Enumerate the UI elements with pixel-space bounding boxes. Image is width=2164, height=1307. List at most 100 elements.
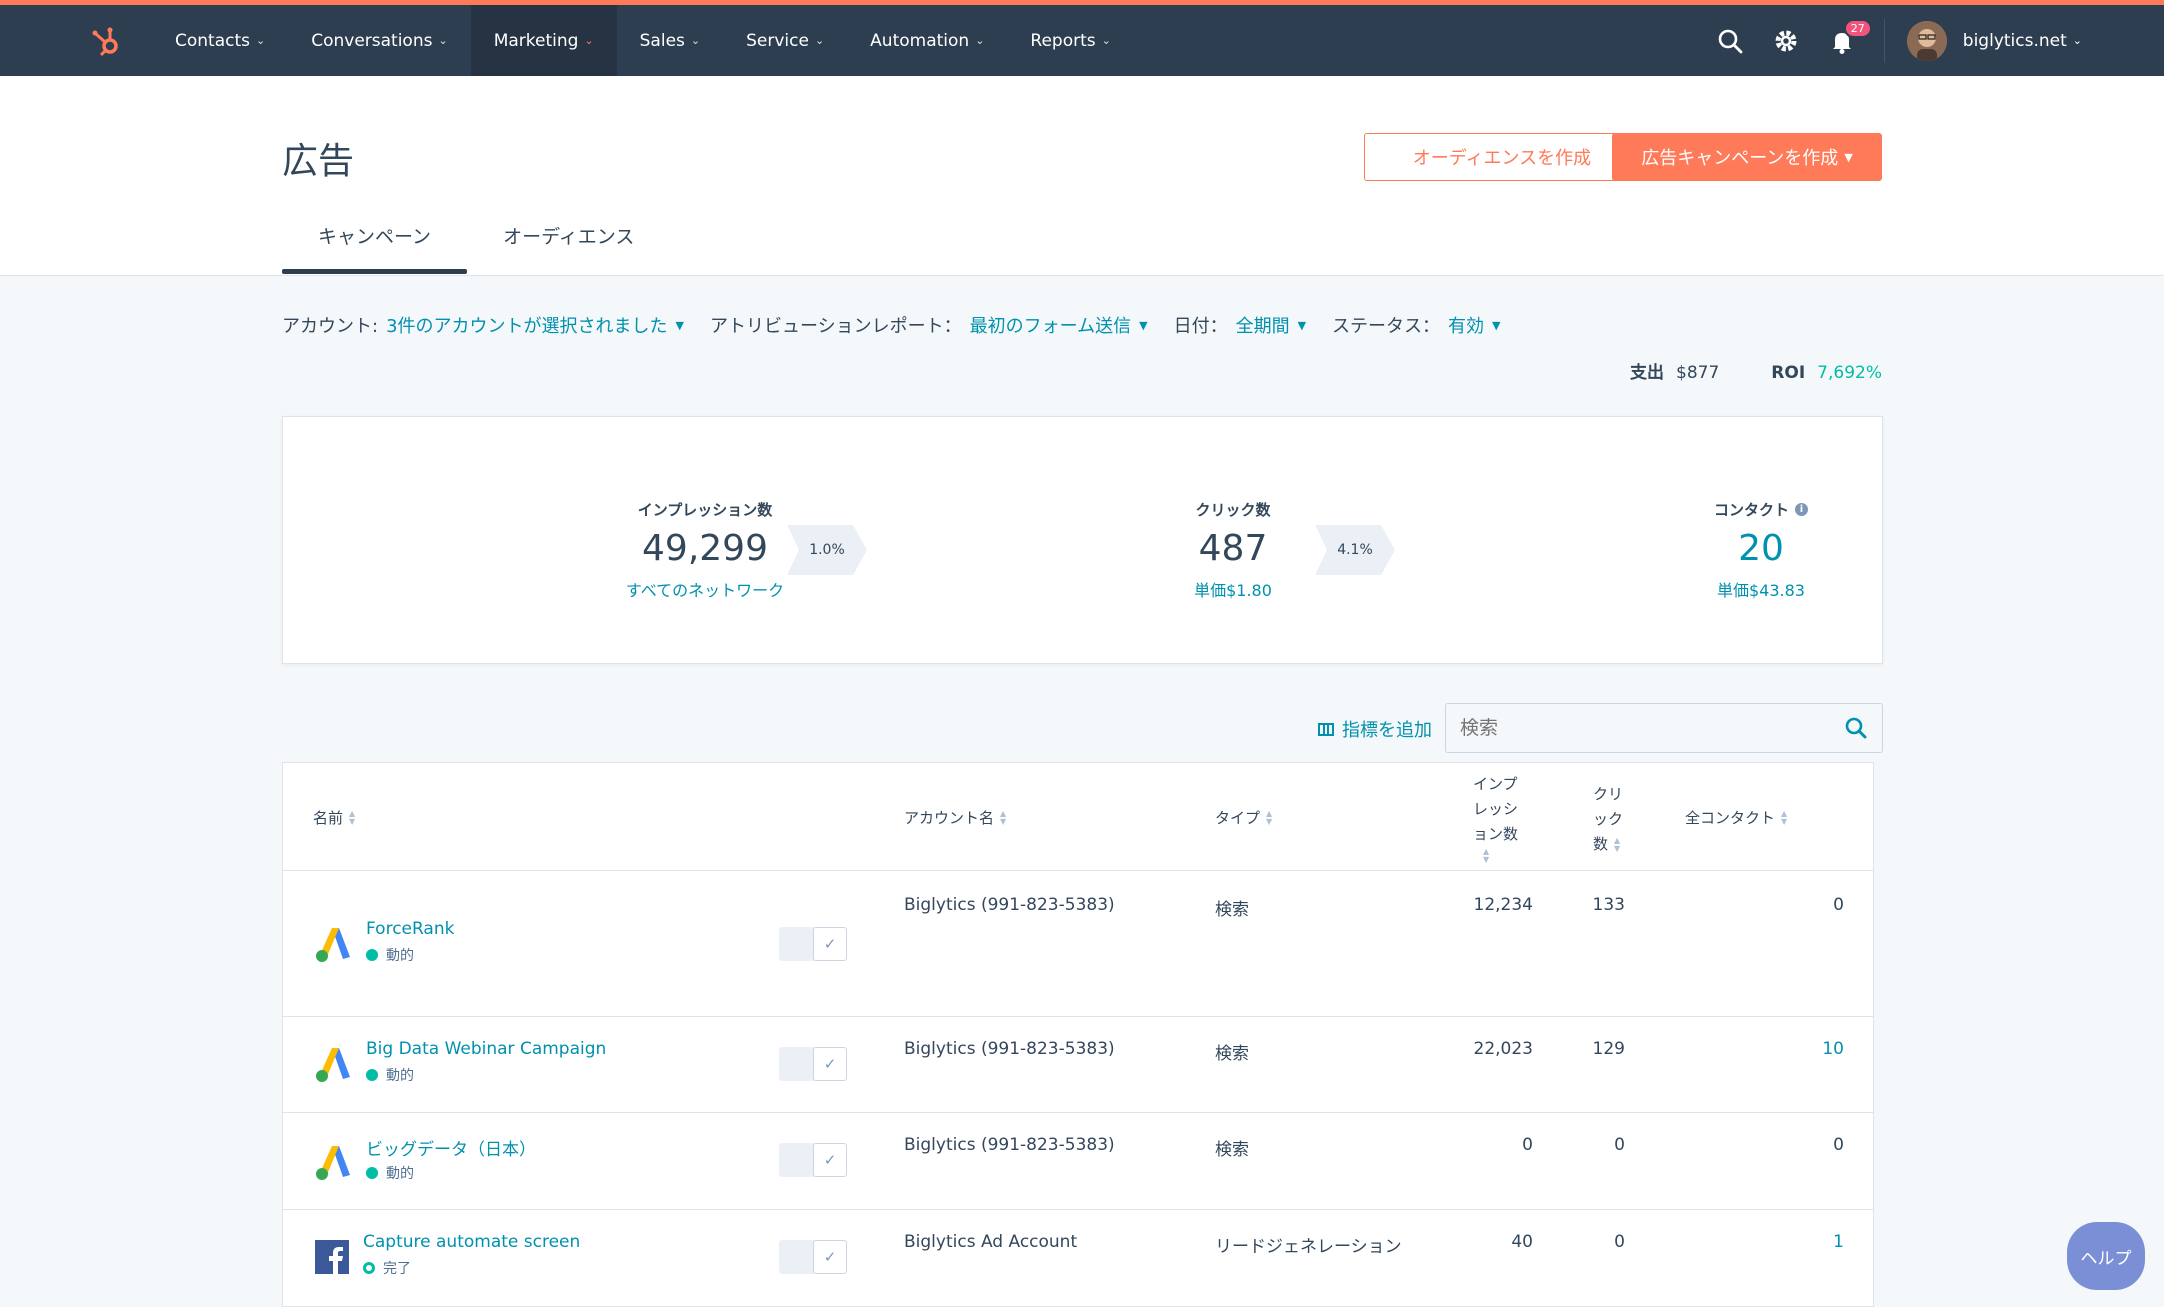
hubspot-logo-icon[interactable] — [88, 23, 124, 59]
conversion-rate-chip: 1.0% — [787, 525, 867, 575]
date-filter-label: 日付： — [1173, 316, 1228, 337]
contacts-value[interactable]: 20 — [1611, 528, 1911, 569]
bell-icon[interactable]: 27 — [1828, 18, 1872, 55]
nav-item-reports[interactable]: Reports ⌄ — [1007, 5, 1133, 76]
impressions-label: インプレッション数 — [637, 501, 773, 519]
nav-item-conversations[interactable]: Conversations ⌄ — [288, 5, 470, 76]
contacts-label-row: コンタクト i — [1611, 499, 1911, 520]
impressions-network-link[interactable]: すべてのネットワーク — [555, 577, 855, 601]
nav-label: Contacts — [175, 30, 250, 51]
nav-item-service[interactable]: Service ⌄ — [723, 5, 847, 76]
clicks-cell: 0 — [1614, 1135, 1625, 1155]
page-title: 広告 — [282, 141, 355, 182]
gear-icon[interactable] — [1772, 27, 1800, 55]
campaign-toggle[interactable]: ✓ — [779, 927, 847, 961]
campaign-name-link[interactable]: ForceRank — [366, 919, 454, 939]
column-header-account[interactable]: アカウント名 ▲ ▼ — [904, 807, 1006, 828]
campaign-toggle[interactable]: ✓ — [779, 1143, 847, 1177]
header-label: アカウント名 — [904, 809, 995, 827]
create-campaign-button[interactable]: 広告キャンペーンを作成 ▼ — [1612, 133, 1882, 181]
search-icon[interactable] — [1716, 27, 1744, 55]
status-filter-dropdown[interactable]: 有効 ▼ — [1448, 312, 1500, 338]
nav-label: Automation — [870, 30, 970, 51]
tab-audiences[interactable]: オーディエンス — [467, 222, 670, 269]
contacts-label: コンタクト — [1713, 501, 1789, 519]
campaign-name-link[interactable]: Big Data Webinar Campaign — [366, 1039, 606, 1059]
attribution-filter-dropdown[interactable]: 最初のフォーム送信 ▼ — [970, 312, 1148, 338]
tab-campaigns[interactable]: キャンペーン — [282, 222, 468, 274]
campaign-name-link[interactable]: ビッグデータ（日本） — [366, 1135, 536, 1160]
notification-badge: 27 — [1843, 18, 1872, 38]
contacts-stat: コンタクト i 20 単価$43.83 — [1611, 499, 1911, 601]
nav-item-automation[interactable]: Automation ⌄ — [847, 5, 1007, 76]
create-campaign-label: 広告キャンペーンを作成 — [1641, 148, 1839, 169]
date-filter-dropdown[interactable]: 全期間 ▼ — [1236, 312, 1306, 338]
nav-item-sales[interactable]: Sales ⌄ — [617, 5, 723, 76]
nav-divider — [1883, 18, 1885, 63]
column-header-type[interactable]: タイプ ▲ ▼ — [1215, 807, 1272, 828]
campaign-toggle[interactable]: ✓ — [779, 1240, 847, 1274]
contact-rate: 4.1% — [1337, 542, 1373, 558]
nav-item-contacts[interactable]: Contacts ⌄ — [152, 5, 288, 76]
google-ads-icon — [316, 1048, 350, 1082]
check-icon: ✓ — [813, 927, 847, 961]
google-ads-icon — [316, 1146, 350, 1180]
contacts-cost: 単価$43.83 — [1717, 581, 1805, 600]
check-icon: ✓ — [813, 1240, 847, 1274]
sort-icon: ▲ ▼ — [349, 808, 356, 826]
campaigns-table: 名前 ▲ ▼ アカウント名 ▲ ▼ タイプ ▲ ▼ インプ レッシ ョン数 ▲ ▼ クリ ック… — [282, 762, 1874, 1307]
info-icon[interactable]: i — [1795, 503, 1808, 516]
account-menu[interactable]: biglytics.net ⌄ — [1963, 31, 2082, 51]
nav-item-marketing[interactable]: Marketing ⌄ — [470, 5, 617, 76]
table-row: Big Data Webinar Campaign 動的 ✓ Biglytics… — [283, 1017, 1873, 1113]
help-button[interactable]: ヘルプ — [2067, 1222, 2145, 1290]
search-input[interactable] — [1446, 717, 1844, 739]
status-dot-icon — [366, 949, 378, 961]
create-audience-button[interactable]: オーディエンスを作成 — [1364, 133, 1640, 181]
check-icon: ✓ — [813, 1143, 847, 1177]
add-metric-button[interactable]: 指標を追加 — [1318, 716, 1432, 742]
header-label: 数 — [1593, 835, 1609, 853]
column-header-impressions[interactable]: インプ レッシ ョン数 ▲ ▼ — [1473, 773, 1518, 864]
clicks-cell: 133 — [1592, 895, 1625, 915]
sort-icon: ▲ ▼ — [1614, 835, 1621, 853]
table-search — [1445, 703, 1883, 753]
avatar[interactable] — [1906, 20, 1947, 61]
chevron-down-icon: ⌄ — [256, 34, 266, 47]
header-label: クリ — [1593, 785, 1624, 803]
account-filter-dropdown[interactable]: 3件のアカウントが選択されました ▼ — [386, 312, 684, 338]
caret-down-icon: ▼ — [1139, 318, 1148, 332]
column-header-name[interactable]: 名前 ▲ ▼ — [313, 807, 355, 828]
contacts-cell-link[interactable]: 1 — [1764, 1232, 1844, 1252]
campaign-name-link[interactable]: Capture automate screen — [363, 1232, 580, 1252]
page-header: 広告 オーディエンスを作成 広告キャンペーンを作成 ▼ キャンペーン オーディエ… — [0, 76, 2164, 276]
chevron-down-icon: ⌄ — [438, 34, 448, 47]
contacts-cell-link[interactable]: 10 — [1764, 1039, 1844, 1059]
status-dot-icon — [366, 1069, 378, 1081]
clicks-cost: 単価$1.80 — [1194, 581, 1272, 600]
filter-bar: アカウント: 3件のアカウントが選択されました ▼ アトリビューションレポート： … — [282, 312, 1527, 338]
status-label: 動的 — [386, 1068, 414, 1084]
campaign-toggle[interactable]: ✓ — [779, 1047, 847, 1081]
chevron-down-icon: ⌄ — [975, 34, 985, 47]
status-filter-value: 有効 — [1448, 316, 1485, 337]
sort-icon: ▲ ▼ — [1266, 808, 1273, 826]
nav-label: Conversations — [311, 30, 433, 51]
clicks-label: クリック数 — [1195, 501, 1271, 519]
header-label: 全コンタクト — [1685, 809, 1776, 827]
column-header-clicks[interactable]: クリ ック 数 ▲ ▼ — [1593, 783, 1623, 856]
status-label: 動的 — [386, 948, 414, 964]
column-header-contacts[interactable]: 全コンタクト ▲ ▼ — [1685, 807, 1787, 828]
caret-down-icon: ▼ — [1297, 318, 1307, 332]
impressions-cell: 22,023 — [1473, 1039, 1533, 1059]
account-cell: Biglytics (991-823-5383) — [904, 1039, 1115, 1059]
top-navigation-bar: Contacts ⌄ Conversations ⌄ Marketing ⌄ Sale… — [0, 0, 2164, 76]
impressions-cell: 40 — [1511, 1232, 1533, 1252]
header-label: レッシ — [1473, 800, 1519, 818]
caret-down-icon: ▼ — [1492, 318, 1501, 332]
spend-label: 支出 — [1630, 363, 1665, 383]
attribution-filter-label: アトリビューションレポート： — [710, 316, 962, 337]
check-icon: ✓ — [813, 1047, 847, 1081]
account-name: biglytics.net — [1962, 30, 2067, 51]
search-icon[interactable] — [1844, 716, 1868, 740]
